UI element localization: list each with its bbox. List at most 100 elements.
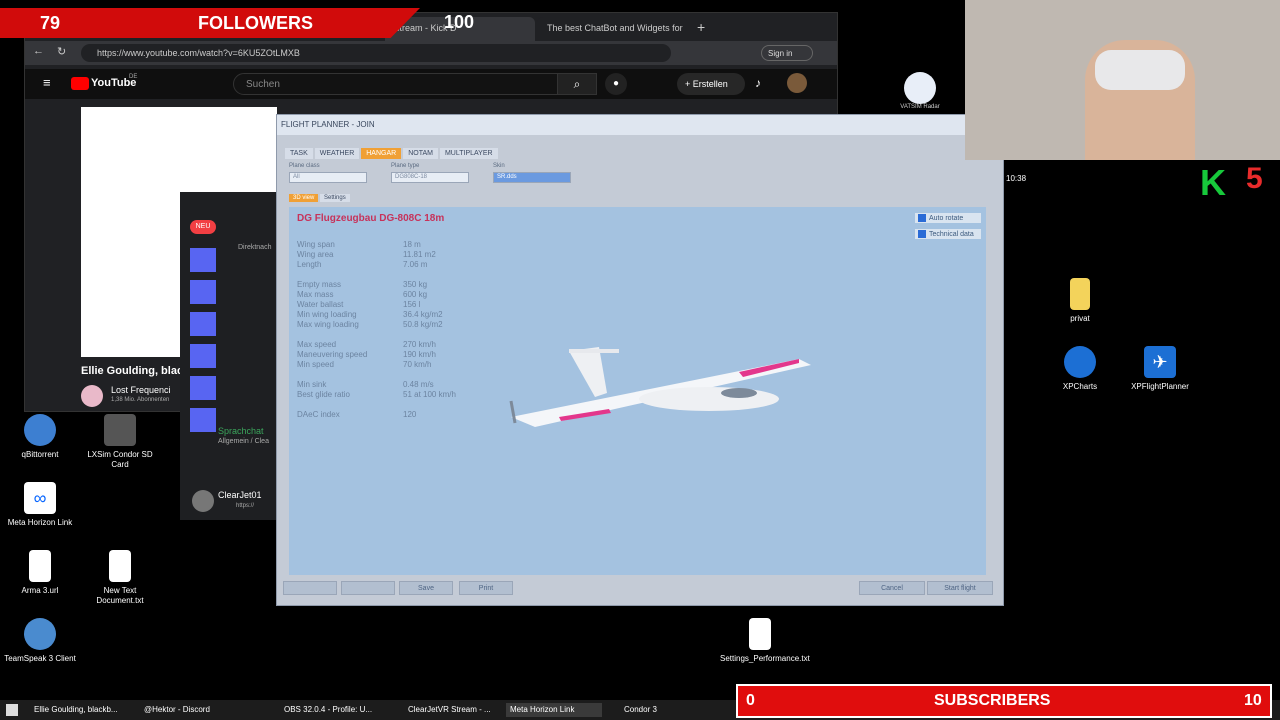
skin-label: Skin [493,163,505,169]
taskbar-item-browser[interactable]: Ellie Goulding, blackb... [30,703,130,717]
reload-icon[interactable]: ↻ [57,45,66,58]
icon-label: qBittorrent [21,450,59,459]
spec-label: Empty mass [297,280,342,289]
spec-label: Min sink [297,380,327,389]
followers-label: FOLLOWERS [198,13,313,33]
privat-folder[interactable]: privat [1040,278,1120,324]
folder-icon [1070,278,1090,310]
tab-hangar[interactable]: HANGAR [361,148,402,159]
server-list[interactable] [190,248,216,438]
followers-count: 79 [40,13,61,33]
back-icon[interactable]: ← [33,45,44,57]
tab-multiplayer[interactable]: MULTIPLAYER [439,148,498,159]
plane-type-select[interactable]: DG808C-18 [391,172,469,183]
k-value: 5 [1246,162,1263,195]
spec-value: 36.4 kg/m2 [403,310,443,319]
icon-label: LXSim Condor SD Card [87,450,153,469]
planner-tabs: TASK WEATHER HANGAR NOTAM MULTIPLAYER [285,142,500,159]
spec-label: Wing span [297,240,335,249]
vatsim-shortcut[interactable]: VATSIM Radar [900,72,940,116]
spec-value: 0.48 m/s [403,380,434,389]
print-button[interactable]: Print [459,581,513,595]
new-text-document[interactable]: New Text Document.txt [80,550,160,606]
plane-icon [104,414,136,446]
plus-icon: + [685,79,693,89]
signin-button[interactable]: Sign in [761,45,813,61]
taskbar-item-obs[interactable]: OBS 32.0.4 - Profile: U... [280,703,380,717]
file-icon [29,550,51,582]
qbittorrent-icon [24,414,56,446]
spec-value: 18 m [403,240,421,249]
xpflightplanner-shortcut[interactable]: ✈ XPFlightPlanner [1120,346,1200,392]
user-status: https:// [236,503,255,509]
search-input[interactable]: Suchen [233,73,581,95]
new-tab-icon[interactable]: + [697,19,705,35]
checkbox-icon [918,230,926,238]
window-title: FLIGHT PLANNER - JOIN [277,115,1003,135]
vr-headset [1095,50,1185,90]
icon-label: New Text Document.txt [96,586,144,605]
flight-planner-window: FLIGHT PLANNER - JOIN TASK WEATHER HANGAR N… [276,114,1004,606]
spec-value: 7.06 m [403,260,428,269]
teamspeak-shortcut[interactable]: TeamSpeak 3 Client [0,618,80,664]
lxsim-shortcut[interactable]: LXSim Condor SD Card [80,414,160,470]
channel-avatar[interactable] [81,385,103,407]
skin-select[interactable]: SR.dds [493,172,571,183]
icon-label: Arma 3.url [21,586,59,595]
create-button[interactable]: + Erstellen [677,73,745,95]
load-button[interactable] [283,581,337,595]
tab-weather[interactable]: WEATHER [314,148,360,159]
taskbar-item-stream[interactable]: ClearJetVR Stream - ... [404,703,500,717]
spec-value: 270 km/h [403,340,436,349]
glider-model[interactable] [499,337,819,437]
meta-horizon-shortcut[interactable]: ∞ Meta Horizon Link [0,482,80,528]
file-icon [749,618,771,650]
spec-label: Maneuvering speed [297,350,368,359]
region-label: DE [129,74,138,80]
voice-channel-sub: Allgemein / Clea [218,438,269,445]
user-avatar[interactable] [192,490,214,512]
k-label: K [1200,162,1226,203]
spec-label: Min wing loading [297,310,357,319]
xpcharts-shortcut[interactable]: XPCharts [1040,346,1120,392]
menu-icon[interactable]: ≡ [43,75,51,90]
mic-icon[interactable]: ● [605,73,627,95]
avatar[interactable] [787,73,807,93]
cancel-button[interactable]: Cancel [859,581,925,595]
tab-notam[interactable]: NOTAM [403,148,438,159]
start-icon[interactable] [6,704,18,716]
qbittorrent-shortcut[interactable]: qBittorrent [0,414,80,460]
tab-settings[interactable]: Settings [320,194,350,202]
subscribers-banner: 0 SUBSCRIBERS 10 [736,684,1272,718]
spec-label: Min speed [297,360,334,369]
delete-button[interactable] [341,581,395,595]
taskbar-item-discord[interactable]: @Hektor - Discord [140,703,214,717]
settings-performance-file[interactable]: Settings_Performance.txt [720,618,810,664]
technical-data-checkbox[interactable]: Technical data [915,229,981,239]
plane-class-select[interactable]: All [289,172,367,183]
spec-label: DAeC index [297,410,340,419]
spec-label: Length [297,260,322,269]
tab-3d-view[interactable]: 3D view [289,194,319,202]
spec-value: 350 kg [403,280,428,289]
spec-value: 51 at 100 km/h [403,390,456,399]
plane-type-label: Plane type [391,163,420,169]
voice-channel[interactable]: Sprachchat [218,426,264,436]
youtube-header: ≡ YouTube DE Suchen ⌕ ● + Erstellen ♪ [25,69,837,99]
url-field[interactable]: https://www.youtube.com/watch?v=6KU5ZOtL… [81,44,671,62]
auto-rotate-checkbox[interactable]: Auto rotate [915,213,981,223]
tab-chatbot[interactable]: The best ChatBot and Widgets for [537,17,687,41]
subscribers-label: SUBSCRIBERS [934,692,1051,709]
search-icon[interactable]: ⌕ [557,73,597,95]
new-badge: NEU [190,220,216,234]
start-flight-button[interactable]: Start flight [927,581,993,595]
taskbar-item-condor[interactable]: Condor 3 [620,703,661,717]
tab-task[interactable]: TASK [285,148,313,159]
spec-value: 11.81 m2 [403,250,436,259]
taskbar-item-meta[interactable]: Meta Horizon Link [506,703,602,717]
save-button[interactable]: Save [399,581,453,595]
arma-shortcut[interactable]: Arma 3.url [0,550,80,596]
icon-label: VATSIM Radar [900,104,940,110]
followers-banner: 79 FOLLOWERS [0,8,420,38]
bell-icon[interactable]: ♪ [755,76,761,90]
